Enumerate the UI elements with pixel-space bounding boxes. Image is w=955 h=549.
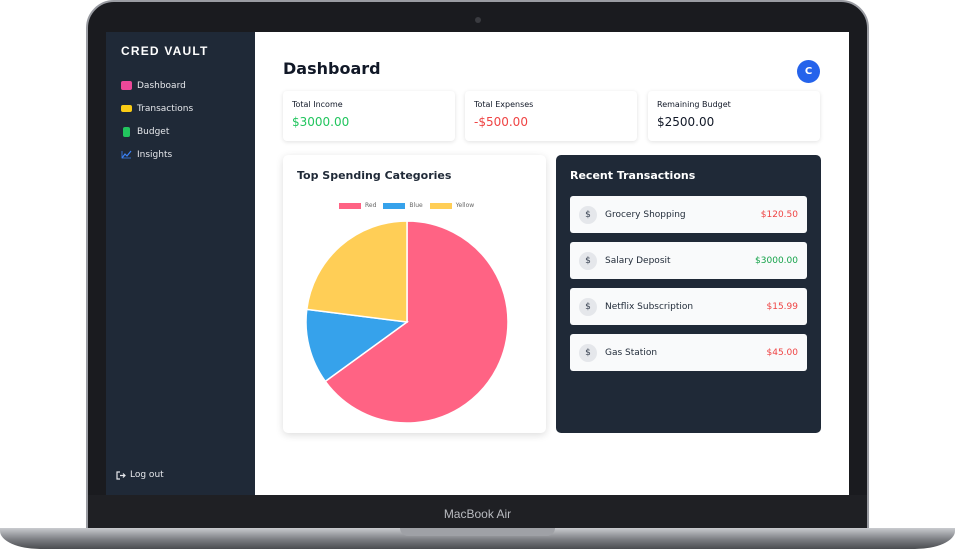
- stat-label: Total Income: [292, 100, 343, 109]
- card-icon: [121, 105, 132, 112]
- sidebar: CRED VAULT Dashboard Transactions Budget…: [106, 32, 255, 495]
- stat-value: $2500.00: [657, 115, 715, 129]
- dollar-icon: $: [579, 205, 597, 224]
- sidebar-item-label: Transactions: [137, 103, 194, 114]
- chart-title: Top Spending Categories: [297, 169, 452, 182]
- spending-chart-card: Top Spending Categories Red Blue Yellow: [283, 155, 546, 433]
- stat-value: -$500.00: [474, 115, 528, 129]
- laptop-notch: [400, 528, 555, 536]
- brand-logo: CRED VAULT: [121, 44, 209, 58]
- transaction-name: Netflix Subscription: [605, 301, 694, 312]
- sidebar-item-dashboard[interactable]: Dashboard: [121, 74, 193, 97]
- avatar[interactable]: C: [797, 60, 820, 83]
- transaction-item[interactable]: $ Salary Deposit $3000.00: [570, 242, 807, 279]
- stat-label: Remaining Budget: [657, 100, 731, 109]
- legend-label: Yellow: [455, 202, 475, 209]
- stat-value: $3000.00: [292, 115, 350, 129]
- transaction-amount: $120.50: [760, 209, 798, 220]
- device-label: MacBook Air: [443, 507, 512, 521]
- transaction-item[interactable]: $ Grocery Shopping $120.50: [570, 196, 807, 233]
- sidebar-item-label: Dashboard: [137, 80, 186, 91]
- camera-icon: [475, 17, 481, 23]
- stat-card-remaining: Remaining Budget $2500.00: [648, 91, 820, 141]
- transactions-title: Recent Transactions: [570, 169, 696, 182]
- transaction-name: Salary Deposit: [605, 255, 671, 266]
- transaction-amount: $15.99: [766, 301, 799, 312]
- chart-legend: Red Blue Yellow: [339, 202, 481, 209]
- logout-button[interactable]: Log out: [116, 470, 164, 480]
- transaction-amount: $3000.00: [755, 255, 798, 266]
- recent-transactions-card: Recent Transactions $ Grocery Shopping $…: [556, 155, 821, 433]
- sidebar-item-budget[interactable]: Budget: [121, 120, 193, 143]
- dollar-icon: $: [579, 251, 597, 270]
- transaction-name: Gas Station: [605, 347, 658, 358]
- transactions-list: $ Grocery Shopping $120.50 $ Salary Depo…: [570, 196, 807, 380]
- sidebar-nav: Dashboard Transactions Budget Insights: [121, 74, 193, 166]
- sidebar-item-transactions[interactable]: Transactions: [121, 97, 193, 120]
- pie-chart: [305, 220, 509, 424]
- stat-card-income: Total Income $3000.00: [283, 91, 455, 141]
- screen: CRED VAULT Dashboard Transactions Budget…: [106, 32, 849, 495]
- sidebar-item-label: Budget: [137, 126, 170, 137]
- dollar-icon: $: [579, 343, 597, 362]
- transaction-amount: $45.00: [766, 347, 799, 358]
- legend-label: Blue: [409, 202, 423, 209]
- transaction-item[interactable]: $ Gas Station $45.00: [570, 334, 807, 371]
- legend-item[interactable]: Red: [339, 202, 376, 209]
- main-content: Dashboard C Total Income $3000.00 Total …: [255, 32, 849, 495]
- stat-label: Total Expenses: [474, 100, 534, 109]
- wallet-icon: [121, 81, 132, 90]
- legend-label: Red: [365, 202, 377, 209]
- sidebar-item-insights[interactable]: Insights: [121, 143, 193, 166]
- transaction-name: Grocery Shopping: [605, 209, 686, 220]
- legend-swatch: [339, 202, 361, 209]
- logout-icon: [116, 470, 130, 480]
- sidebar-item-label: Insights: [137, 149, 173, 160]
- logout-label: Log out: [130, 470, 164, 480]
- pie-slice-yellow[interactable]: [305, 220, 408, 323]
- legend-swatch: [429, 202, 452, 209]
- legend-swatch: [383, 202, 406, 209]
- legend-item[interactable]: Yellow: [429, 202, 475, 209]
- transaction-item[interactable]: $ Netflix Subscription $15.99: [570, 288, 807, 325]
- chart-line-icon: [121, 150, 132, 159]
- stat-card-expenses: Total Expenses -$500.00: [465, 91, 637, 141]
- page-title: Dashboard: [283, 59, 381, 78]
- legend-item[interactable]: Blue: [383, 202, 423, 209]
- dollar-icon: $: [579, 297, 597, 316]
- budget-icon: [123, 126, 130, 137]
